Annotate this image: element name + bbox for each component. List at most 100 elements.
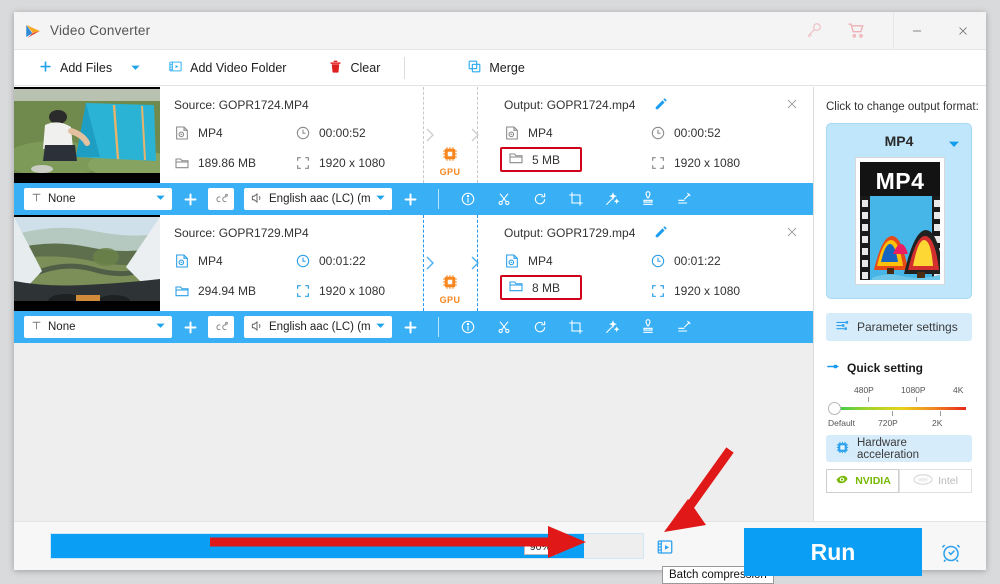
subtitle-select[interactable]: None [24,316,172,338]
output-size-value: 8 MB [532,280,561,295]
gpu-badge: GPU [437,145,463,177]
cc-button[interactable] [208,188,234,210]
chevron-down-icon[interactable] [948,138,960,153]
magic-wand-icon[interactable] [597,315,627,339]
source-format: MP4 [174,253,223,269]
file-card[interactable]: Source: GOPR1729.MP4 MP4 00:01:22 294.94… [14,215,813,311]
edit-pencil-icon[interactable] [654,225,668,239]
quality-slider[interactable]: 480P 1080P 4K Default 720P 2K [828,385,970,429]
output-info: Output: GOPR1724.mp4 MP4 00:00:52 5 MB 1… [490,87,813,183]
quality-knob[interactable] [828,402,841,415]
cc-button[interactable] [208,316,234,338]
trash-icon [328,59,343,77]
video-thumbnail [14,87,160,183]
scissors-icon[interactable] [489,315,519,339]
output-resolution-value: 1920 x 1080 [674,284,741,298]
clock-icon [650,125,666,141]
run-button[interactable]: Run [744,528,922,576]
add-audio-button[interactable] [398,315,422,339]
quick-setting-header: Quick setting [826,359,923,377]
add-subtitle-button[interactable] [178,187,202,211]
parameter-settings-button[interactable]: Parameter settings [826,313,972,341]
file-size-icon [174,155,190,171]
subtitle-edit-icon[interactable] [669,315,699,339]
shopping-cart-icon[interactable] [846,20,866,40]
source-duration: 00:00:52 [295,125,366,141]
merge-label: Merge [489,60,525,75]
chip-icon [443,147,457,161]
audio-track-select[interactable]: English aac (LC) (mp [244,316,392,338]
output-format-selector[interactable]: MP4 MP4 [826,123,972,299]
output-resolution: 1920 x 1080 [650,283,740,299]
crop-icon[interactable] [561,315,591,339]
minimize-button[interactable] [894,12,940,50]
source-duration-value: 00:00:52 [319,126,366,140]
tick-label-480p: 480P [854,385,874,395]
rotate-icon[interactable] [525,315,555,339]
close-button[interactable] [940,12,986,50]
source-label: Source: GOPR1729.MP4 [174,226,309,240]
output-size-highlight[interactable]: 5 MB [500,147,582,172]
scissors-icon[interactable] [489,187,519,211]
magic-wand-icon[interactable] [597,187,627,211]
watermark-stamp-icon[interactable] [633,315,663,339]
watermark-stamp-icon[interactable] [633,187,663,211]
nvidia-option[interactable]: NVIDIA [826,469,899,493]
file-size-icon [508,278,524,297]
add-files-dropdown[interactable] [122,53,148,83]
compression-progress-bar[interactable]: 90% [50,533,644,559]
svg-text:intel: intel [918,478,927,484]
tick-label-1080p: 1080P [901,385,926,395]
crop-icon[interactable] [561,187,591,211]
hardware-acceleration-button[interactable]: Hardware acceleration [826,435,972,462]
clock-icon [295,125,311,141]
source-label: Source: GOPR1724.MP4 [174,98,309,112]
main-body: Source: GOPR1724.MP4 MP4 00:00:52 189.86… [14,87,986,521]
source-size-value: 189.86 MB [198,156,257,170]
add-files-button[interactable]: Add Files [28,53,122,83]
add-video-folder-button[interactable]: Add Video Folder [158,53,296,83]
audio-track-select[interactable]: English aac (LC) (mp [244,188,392,210]
output-format: MP4 [504,125,553,141]
edit-pencil-icon[interactable] [654,97,668,111]
add-subtitle-button[interactable] [178,315,202,339]
output-label: Output: GOPR1729.mp4 [504,226,636,240]
output-format-value: MP4 [528,126,553,140]
file-list[interactable]: Source: GOPR1724.MP4 MP4 00:00:52 189.86… [14,87,814,521]
chevron-down-icon [155,192,166,206]
clear-button[interactable]: Clear [318,53,390,83]
output-duration-value: 00:00:52 [674,126,721,140]
batch-compression-icon[interactable] [656,538,674,556]
subtitle-value: None [48,321,76,333]
quick-setting-label: Quick setting [847,361,924,375]
rotate-icon[interactable] [525,187,555,211]
info-icon[interactable] [453,315,483,339]
output-size-highlight[interactable]: 8 MB [500,275,582,300]
output-label: Output: GOPR1724.mp4 [504,98,636,112]
video-file-icon [504,253,520,269]
subtitle-select[interactable]: None [24,188,172,210]
gpu-badge: GPU [437,273,463,305]
output-info: Output: GOPR1729.mp4 MP4 00:01:22 8 MB 1… [490,215,813,311]
info-icon[interactable] [453,187,483,211]
action-bar-divider [438,189,439,209]
alarm-clock-icon[interactable] [939,540,963,564]
intel-option[interactable]: intel Intel [899,469,972,493]
gpu-options: NVIDIA intel Intel [826,469,972,493]
merge-squares-icon [467,59,482,77]
file-info: Source: GOPR1729.MP4 MP4 00:01:22 294.94… [160,215,813,311]
tick-label-720p: 720P [878,418,898,428]
format-thumbnail: MP4 [855,157,945,285]
key-icon[interactable] [804,20,824,40]
remove-file-button[interactable] [785,225,799,239]
add-files-label: Add Files [60,60,113,75]
video-file-icon [174,253,190,269]
sliders-icon [835,318,850,336]
file-card[interactable]: Source: GOPR1724.MP4 MP4 00:00:52 189.86… [14,87,813,183]
remove-file-button[interactable] [785,97,799,111]
subtitle-edit-icon[interactable] [669,187,699,211]
merge-button[interactable]: Merge [457,53,534,83]
add-audio-button[interactable] [398,187,422,211]
window-controls [893,12,986,50]
source-resolution: 1920 x 1080 [295,155,385,171]
